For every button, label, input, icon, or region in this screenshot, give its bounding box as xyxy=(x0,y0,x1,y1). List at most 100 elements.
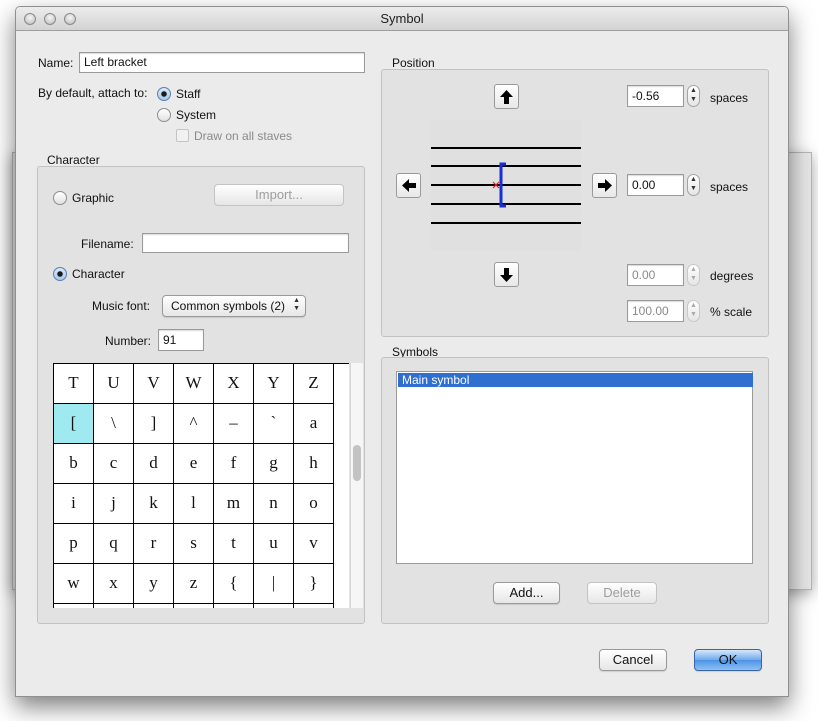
character-cell[interactable]: j xyxy=(94,484,134,524)
character-grid-scrollbar[interactable] xyxy=(350,363,363,608)
character-cell[interactable]: v xyxy=(294,524,334,564)
character-cell[interactable]: g xyxy=(254,444,294,484)
rotation-field[interactable]: 0.00 xyxy=(627,264,684,286)
character-cell[interactable]: X xyxy=(214,364,254,404)
add-symbol-button[interactable]: Add... xyxy=(493,582,560,604)
character-cell[interactable]: ` xyxy=(254,404,294,444)
move-up-button[interactable] xyxy=(494,84,519,109)
music-font-select[interactable]: Common symbols (2) ▲ ▼ xyxy=(162,295,306,317)
character-cell[interactable] xyxy=(294,604,334,608)
scale-field[interactable]: 100.00 xyxy=(627,300,684,322)
position-group-title: Position xyxy=(392,56,435,70)
system-radio[interactable] xyxy=(157,108,171,122)
number-field[interactable]: 91 xyxy=(158,329,204,351)
scale-stepper[interactable]: ▲ ▼ xyxy=(687,300,700,322)
character-cell[interactable]: W xyxy=(174,364,214,404)
filename-label: Filename: xyxy=(81,237,134,251)
character-cell[interactable] xyxy=(54,604,94,608)
character-cell[interactable] xyxy=(134,604,174,608)
character-cell[interactable]: h xyxy=(294,444,334,484)
window-title: Symbol xyxy=(380,11,424,26)
character-cell[interactable]: s xyxy=(174,524,214,564)
character-cell[interactable]: x xyxy=(94,564,134,604)
graphic-radio[interactable] xyxy=(53,191,67,205)
ok-button[interactable]: OK xyxy=(694,649,762,671)
character-radio-label: Character xyxy=(72,267,125,281)
character-cell[interactable] xyxy=(254,604,294,608)
move-down-button[interactable] xyxy=(494,262,519,287)
arrow-down-icon xyxy=(500,267,513,282)
vertical-offset-unit: spaces xyxy=(710,91,749,105)
horizontal-offset-field[interactable]: 0.00 xyxy=(627,174,684,196)
graphic-radio-label: Graphic xyxy=(72,191,115,205)
import-button[interactable]: Import... xyxy=(214,184,344,206)
character-cell[interactable]: b xyxy=(54,444,94,484)
vertical-offset-field[interactable]: -0.56 xyxy=(627,85,684,107)
staff-radio[interactable] xyxy=(157,87,171,101)
character-cell[interactable]: e xyxy=(174,444,214,484)
bracket-symbol-preview xyxy=(492,162,506,208)
character-cell[interactable]: – xyxy=(214,404,254,444)
character-cell[interactable]: U xyxy=(94,364,134,404)
character-cell[interactable]: V xyxy=(134,364,174,404)
character-cell[interactable]: p xyxy=(54,524,94,564)
character-cell[interactable]: k xyxy=(134,484,174,524)
move-left-button[interactable] xyxy=(396,173,421,198)
staff-preview xyxy=(431,120,581,251)
character-cell[interactable]: Z xyxy=(294,364,334,404)
character-cell[interactable]: } xyxy=(294,564,334,604)
character-cell[interactable]: ] xyxy=(134,404,174,444)
symbols-list[interactable]: Main symbol xyxy=(396,371,753,564)
character-cell[interactable]: w xyxy=(54,564,94,604)
character-cell[interactable]: c xyxy=(94,444,134,484)
character-cell[interactable]: ^ xyxy=(174,404,214,444)
cancel-button[interactable]: Cancel xyxy=(599,649,667,671)
horizontal-offset-stepper[interactable]: ▲ ▼ xyxy=(687,174,700,196)
system-radio-label: System xyxy=(176,108,217,122)
name-label: Name: xyxy=(38,56,74,70)
character-cell[interactable]: a xyxy=(294,404,334,444)
character-cell[interactable]: i xyxy=(54,484,94,524)
character-cell[interactable]: Y xyxy=(254,364,294,404)
character-grid[interactable]: T U V W X Y Z [\] ^ – ` a b c d e f g h i j k l m n o p q r s t u v w x y z{… xyxy=(53,363,349,608)
vertical-offset-stepper[interactable]: ▲ ▼ xyxy=(687,85,700,107)
title-bar: Symbol xyxy=(16,7,788,31)
symbols-list-item-selected[interactable]: Main symbol xyxy=(398,373,753,387)
character-cell[interactable]: y xyxy=(134,564,174,604)
horizontal-offset-unit: spaces xyxy=(710,180,749,194)
character-cell[interactable]: z xyxy=(174,564,214,604)
rotation-stepper[interactable]: ▲ ▼ xyxy=(687,264,700,286)
scale-unit: % scale xyxy=(710,305,753,319)
staff-radio-label: Staff xyxy=(176,87,201,101)
character-cell[interactable]: f xyxy=(214,444,254,484)
draw-on-all-staves-label: Draw on all staves xyxy=(194,129,293,143)
character-cell[interactable]: q xyxy=(94,524,134,564)
arrow-up-icon xyxy=(500,89,513,104)
character-cell[interactable]: n xyxy=(254,484,294,524)
character-cell[interactable]: { xyxy=(214,564,254,604)
scrollbar-thumb[interactable] xyxy=(353,445,361,481)
delete-symbol-button[interactable]: Delete xyxy=(587,582,657,604)
character-cell[interactable]: r xyxy=(134,524,174,564)
character-cell[interactable]: | xyxy=(254,564,294,604)
character-cell[interactable] xyxy=(94,604,134,608)
music-font-value: Common symbols (2) xyxy=(171,299,286,313)
character-cell[interactable]: t xyxy=(214,524,254,564)
move-right-button[interactable] xyxy=(592,173,617,198)
character-cell-selected[interactable]: [ xyxy=(54,404,94,444)
character-cell[interactable]: m xyxy=(214,484,254,524)
character-cell[interactable] xyxy=(174,604,214,608)
character-group-title: Character xyxy=(47,153,100,167)
character-radio[interactable] xyxy=(53,267,67,281)
number-label: Number: xyxy=(105,334,152,348)
name-field[interactable]: Left bracket xyxy=(79,52,365,73)
character-cell[interactable] xyxy=(214,604,254,608)
draw-on-all-staves-checkbox[interactable] xyxy=(176,129,189,142)
character-cell[interactable]: l xyxy=(174,484,214,524)
character-cell[interactable]: u xyxy=(254,524,294,564)
character-cell[interactable]: d xyxy=(134,444,174,484)
filename-field[interactable] xyxy=(142,233,349,253)
character-cell[interactable]: \ xyxy=(94,404,134,444)
character-cell[interactable]: o xyxy=(294,484,334,524)
character-cell[interactable]: T xyxy=(54,364,94,404)
